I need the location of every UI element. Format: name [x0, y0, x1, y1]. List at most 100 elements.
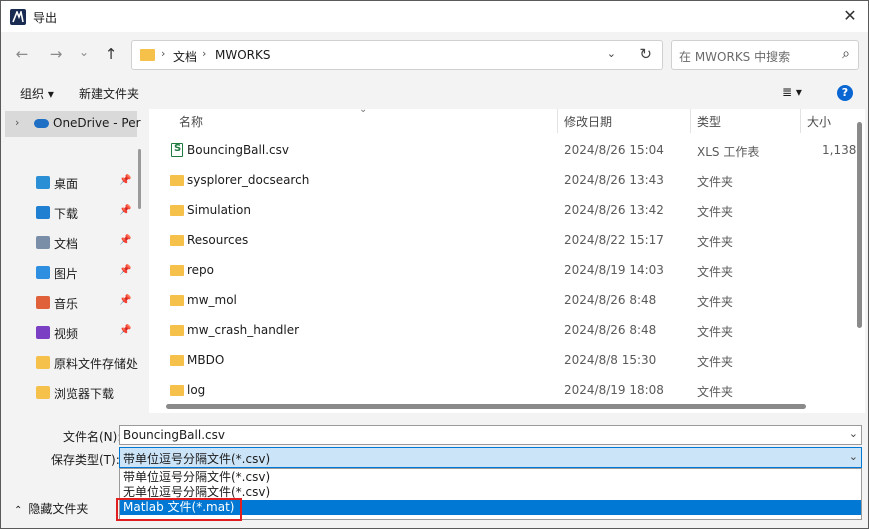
folder-icon	[170, 355, 184, 366]
location-icon	[36, 386, 50, 399]
filename-label: 文件名(N):	[63, 430, 122, 444]
folder-icon	[170, 325, 184, 336]
folder-icon	[170, 175, 184, 186]
sidebar-item[interactable]: 视频 📌	[1, 319, 141, 347]
chevron-right-icon[interactable]: ›	[15, 116, 19, 129]
forward-arrow-icon[interactable]: →	[45, 44, 67, 64]
location-icon	[36, 356, 50, 369]
location-icon	[36, 326, 50, 339]
file-list: ⌄ 名称 修改日期 类型 大小 BouncingBall.csv 2024/8/2…	[149, 109, 865, 413]
filetype-select[interactable]: 带单位逗号分隔文件(*.csv) ⌄	[119, 447, 862, 468]
sidebar-item[interactable]: 下载 📌	[1, 199, 141, 227]
cloud-icon	[34, 119, 49, 128]
navigation-pane: › OneDrive - Per 桌面 📌 下载 📌 文档 📌 图片 📌 音乐 📌 视频 📌 原料文件存…	[1, 109, 141, 413]
file-name: log	[187, 383, 206, 397]
file-date: 2024/8/19 18:08	[564, 383, 664, 397]
vertical-scrollbar[interactable]	[857, 122, 862, 328]
file-type: 文件夹	[697, 265, 734, 279]
hide-folders-toggle[interactable]: ⌃ 隐藏文件夹	[14, 500, 88, 517]
file-row[interactable]: log 2024/8/19 18:08 文件夹	[149, 376, 853, 406]
file-type: XLS 工作表	[697, 145, 760, 159]
breadcrumb-mworks[interactable]: MWORKS	[215, 48, 271, 62]
up-arrow-icon[interactable]: ↑	[100, 44, 122, 64]
filename-input[interactable]: BouncingBall.csv ⌄	[119, 425, 862, 445]
sidebar-item-label: 桌面	[54, 177, 79, 191]
file-row[interactable]: BouncingBall.csv 2024/8/26 15:04 XLS 工作表 1,…	[149, 136, 857, 166]
navigation-bar: ← → ⌄ ↑ › 文档 › MWORKS ⌄ ↻ 在 MWORKS 中搜索 ⌕	[1, 32, 868, 77]
sidebar-item[interactable]: 浏览器下载	[1, 379, 141, 407]
folder-icon	[170, 205, 184, 216]
refresh-icon[interactable]: ↻	[639, 45, 652, 63]
search-placeholder: 在 MWORKS 中搜索	[679, 50, 791, 64]
column-header-type[interactable]: 类型	[697, 113, 721, 130]
search-icon[interactable]: ⌕	[842, 46, 850, 62]
view-options-icon[interactable]: ≣ ▾	[782, 85, 802, 99]
file-row[interactable]: repo 2024/8/19 14:03 文件夹	[149, 256, 853, 286]
sidebar-item[interactable]: 文档 📌	[1, 229, 141, 257]
hide-folders-label: 隐藏文件夹	[28, 502, 89, 516]
chevron-down-icon[interactable]: ⌄	[849, 427, 858, 440]
column-divider[interactable]	[557, 109, 558, 133]
pin-icon: 📌	[119, 265, 132, 276]
organize-menu[interactable]: 组织 ▾	[20, 85, 54, 102]
file-date: 2024/8/26 13:42	[564, 203, 664, 217]
file-row[interactable]: Resources 2024/8/22 15:17 文件夹	[149, 226, 853, 256]
breadcrumb-documents[interactable]: 文档	[173, 48, 197, 65]
new-folder-button[interactable]: 新建文件夹	[79, 85, 139, 102]
title-bar: 导出 ✕	[1, 1, 868, 32]
sidebar-item-label: 浏览器下载	[54, 387, 115, 401]
recent-locations-icon[interactable]: ⌄	[73, 42, 95, 62]
close-icon[interactable]: ✕	[838, 5, 862, 27]
file-row[interactable]: MBDO 2024/8/8 15:30 文件夹	[149, 346, 853, 376]
sidebar-item-label: 文档	[54, 237, 79, 251]
column-header-date[interactable]: 修改日期	[564, 113, 612, 130]
location-icon	[36, 266, 50, 279]
file-name: BouncingBall.csv	[187, 143, 289, 157]
sort-indicator-icon: ⌄	[359, 109, 368, 115]
folder-icon	[170, 385, 184, 396]
help-icon[interactable]: ?	[837, 85, 853, 101]
search-box[interactable]: 在 MWORKS 中搜索 ⌕	[671, 40, 859, 70]
file-type: 文件夹	[697, 325, 734, 339]
sidebar-item-onedrive[interactable]: › OneDrive - Per	[5, 111, 141, 137]
sidebar-item-label: 视频	[54, 327, 79, 341]
sidebar-item-label: 音乐	[54, 297, 79, 311]
column-divider[interactable]	[800, 109, 801, 133]
highlight-annotation-box	[116, 498, 242, 521]
pin-icon: 📌	[119, 205, 132, 216]
filetype-option[interactable]: 带单位逗号分隔文件(*.csv)	[120, 470, 861, 485]
column-divider[interactable]	[690, 109, 691, 133]
folder-icon	[140, 49, 155, 61]
file-name: sysplorer_docsearch	[187, 173, 310, 187]
file-row[interactable]: mw_crash_handler 2024/8/26 8:48 文件夹	[149, 316, 853, 346]
back-arrow-icon[interactable]: ←	[11, 44, 33, 64]
column-header-name[interactable]: 名称	[179, 113, 203, 130]
chevron-down-icon[interactable]: ⌄	[849, 450, 858, 463]
file-size: 1,138	[822, 143, 857, 157]
sidebar-scrollbar[interactable]	[138, 149, 141, 209]
sidebar-item[interactable]: 原料文件存储处	[1, 349, 141, 377]
chevron-down-icon[interactable]: ⌄	[607, 47, 616, 60]
filename-value[interactable]: BouncingBall.csv	[123, 428, 225, 442]
folder-icon	[170, 235, 184, 246]
file-row[interactable]: mw_mol 2024/8/26 8:48 文件夹	[149, 286, 853, 316]
location-icon	[36, 296, 50, 309]
location-icon	[36, 236, 50, 249]
horizontal-scrollbar[interactable]	[166, 404, 806, 409]
address-bar[interactable]: › 文档 › MWORKS ⌄ ↻	[131, 40, 663, 70]
file-row[interactable]: Simulation 2024/8/26 13:42 文件夹	[149, 196, 853, 226]
column-header-size[interactable]: 大小	[807, 113, 831, 130]
file-name: Simulation	[187, 203, 251, 217]
sidebar-item-label: 下载	[54, 207, 79, 221]
pin-icon: 📌	[119, 325, 132, 336]
file-type: 文件夹	[697, 205, 734, 219]
filetype-value: 带单位逗号分隔文件(*.csv)	[123, 452, 271, 466]
folder-icon	[170, 265, 184, 276]
sidebar-item[interactable]: 图片 📌	[1, 259, 141, 287]
file-row[interactable]: sysplorer_docsearch 2024/8/26 13:43 文件夹	[149, 166, 853, 196]
file-type: 文件夹	[697, 295, 734, 309]
sidebar-item[interactable]: 桌面 📌	[1, 169, 141, 197]
sidebar-item-label: 原料文件存储处	[54, 357, 139, 371]
file-date: 2024/8/26 13:43	[564, 173, 664, 187]
sidebar-item[interactable]: 音乐 📌	[1, 289, 141, 317]
